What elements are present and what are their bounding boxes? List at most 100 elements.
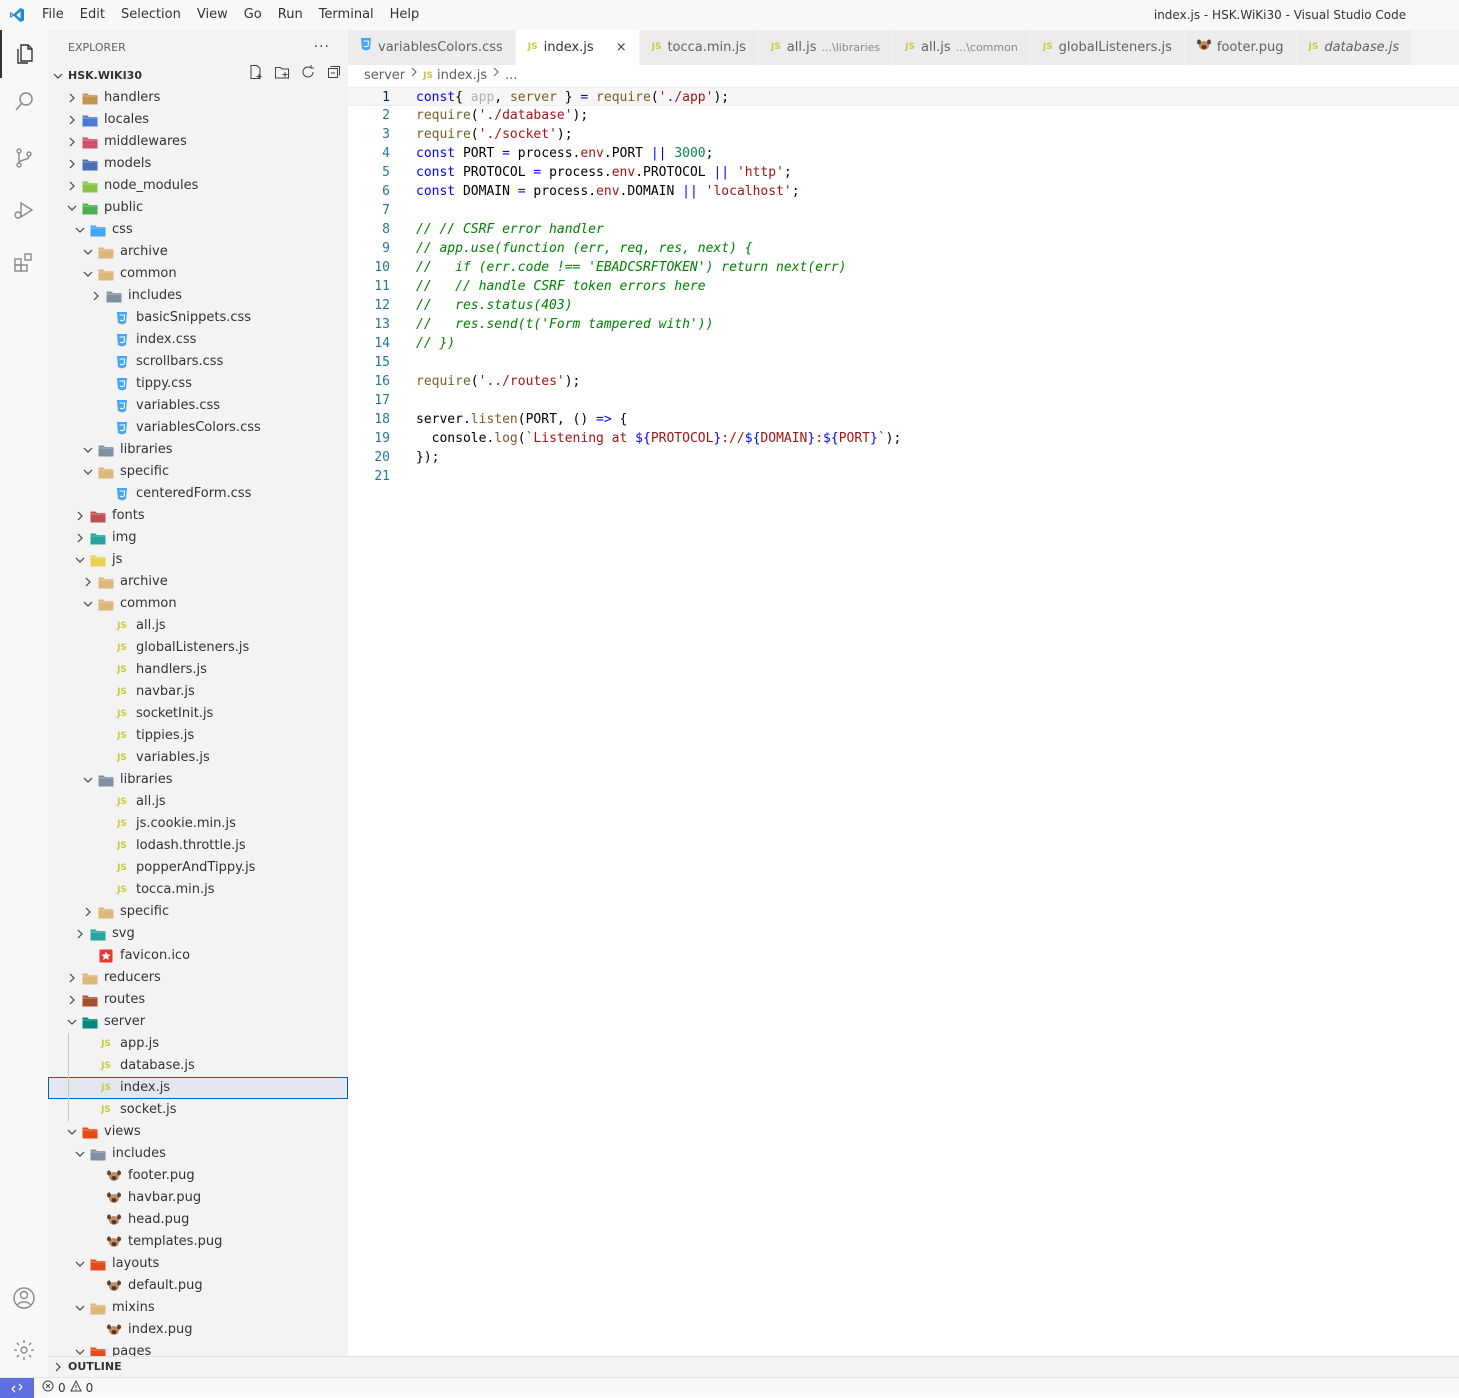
tree-file[interactable]: JS popperAndTippy.js <box>48 857 348 879</box>
tree-folder[interactable]: css <box>48 219 348 241</box>
tree-file[interactable]: tippy.css <box>48 373 348 395</box>
breadcrumb-folder[interactable]: server <box>364 65 405 87</box>
new-file-icon[interactable] <box>248 64 264 88</box>
js-file-icon: JS <box>117 797 127 807</box>
tab-database-js[interactable]: JS database.js <box>1296 30 1413 65</box>
tab-tocca-min-js[interactable]: JS tocca.min.js <box>639 30 759 65</box>
tree-folder[interactable]: common <box>48 263 348 285</box>
tree-folder[interactable]: specific <box>48 901 348 923</box>
tree-folder[interactable]: pages <box>48 1341 348 1356</box>
tree-folder[interactable]: layouts <box>48 1253 348 1275</box>
more-actions-icon[interactable]: ··· <box>314 30 330 65</box>
tree-file[interactable]: JS navbar.js <box>48 681 348 703</box>
tree-file[interactable]: JS globalListeners.js <box>48 637 348 659</box>
tree-folder[interactable]: includes <box>48 1143 348 1165</box>
tree-folder[interactable]: views <box>48 1121 348 1143</box>
tree-file[interactable]: default.pug <box>48 1275 348 1297</box>
tab-footer-pug[interactable]: footer.pug <box>1184 30 1297 65</box>
gear-icon[interactable] <box>0 1326 48 1374</box>
menu-file[interactable]: File <box>34 0 72 30</box>
tree-folder[interactable]: includes <box>48 285 348 307</box>
menu-terminal[interactable]: Terminal <box>311 0 382 30</box>
tree-file[interactable]: basicSnippets.css <box>48 307 348 329</box>
tree-file[interactable]: JS all.js <box>48 791 348 813</box>
tree-file[interactable]: JS tippies.js <box>48 725 348 747</box>
tree-file[interactable]: centeredForm.css <box>48 483 348 505</box>
remote-icon[interactable] <box>0 1378 34 1398</box>
chevron-down-icon <box>80 769 96 791</box>
source-control-icon[interactable] <box>0 134 48 182</box>
problems-indicator[interactable]: 0 0 <box>42 1378 93 1398</box>
tree-file[interactable]: footer.pug <box>48 1165 348 1187</box>
tree-file[interactable]: JS handlers.js <box>48 659 348 681</box>
run-debug-icon[interactable] <box>0 186 48 234</box>
tree-file[interactable]: JS app.js <box>48 1033 348 1055</box>
breadcrumb-more[interactable]: ... <box>505 65 517 87</box>
tree-file[interactable]: JS variables.js <box>48 747 348 769</box>
tree-folder[interactable]: archive <box>48 571 348 593</box>
tree-file[interactable]: scrollbars.css <box>48 351 348 373</box>
tree-file[interactable]: variables.css <box>48 395 348 417</box>
tree-file[interactable]: JS js.cookie.min.js <box>48 813 348 835</box>
menu-edit[interactable]: Edit <box>72 0 113 30</box>
tree-file[interactable]: templates.pug <box>48 1231 348 1253</box>
tab-all-js[interactable]: JS all.js ...\libraries <box>758 30 894 65</box>
tree-folder[interactable]: reducers <box>48 967 348 989</box>
tree-folder[interactable]: server <box>48 1011 348 1033</box>
tree-folder[interactable]: js <box>48 549 348 571</box>
tree-file[interactable]: havbar.pug <box>48 1187 348 1209</box>
tab-all-js[interactable]: JS all.js ...\common <box>893 30 1031 65</box>
tab-index-js[interactable]: JS index.js × <box>515 30 640 65</box>
tree-file[interactable]: favicon.ico <box>48 945 348 967</box>
refresh-icon[interactable] <box>300 64 316 88</box>
tree-folder[interactable]: routes <box>48 989 348 1011</box>
tree-file[interactable]: index.css <box>48 329 348 351</box>
tree-folder[interactable]: common <box>48 593 348 615</box>
tree-folder[interactable]: img <box>48 527 348 549</box>
tree-folder[interactable]: mixins <box>48 1297 348 1319</box>
tree-file[interactable]: JS socketInit.js <box>48 703 348 725</box>
menu-go[interactable]: Go <box>236 0 270 30</box>
tree-folder[interactable]: public <box>48 197 348 219</box>
menu-view[interactable]: View <box>189 0 236 30</box>
tree-file[interactable]: head.pug <box>48 1209 348 1231</box>
explorer-icon[interactable] <box>0 30 48 78</box>
tree-folder[interactable]: locales <box>48 109 348 131</box>
tree-folder[interactable]: fonts <box>48 505 348 527</box>
tree-folder[interactable]: libraries <box>48 439 348 461</box>
new-folder-icon[interactable] <box>274 64 290 88</box>
tree-folder[interactable]: models <box>48 153 348 175</box>
folder-icon <box>82 1125 98 1139</box>
tree-folder[interactable]: specific <box>48 461 348 483</box>
tree-file[interactable]: JS socket.js <box>48 1099 348 1121</box>
tree-folder[interactable]: svg <box>48 923 348 945</box>
code-editor[interactable]: 1 const{ app, server } = require('./app')… <box>348 87 1459 1356</box>
account-icon[interactable] <box>0 1274 48 1322</box>
tree-file[interactable]: JS index.js <box>48 1077 348 1099</box>
tree-folder[interactable]: libraries <box>48 769 348 791</box>
tree-file[interactable]: JS all.js <box>48 615 348 637</box>
breadcrumb-file[interactable]: index.js <box>437 65 487 87</box>
extensions-icon[interactable] <box>0 238 48 286</box>
tree-file[interactable]: JS tocca.min.js <box>48 879 348 901</box>
workspace-header[interactable]: HSK.WIKI30 <box>48 65 348 87</box>
tree-file[interactable]: variablesColors.css <box>48 417 348 439</box>
tab-globalListeners-js[interactable]: JS globalListeners.js <box>1030 30 1185 65</box>
outline-section[interactable]: OUTLINE <box>48 1356 1459 1377</box>
tree-file[interactable]: JS lodash.throttle.js <box>48 835 348 857</box>
tree-folder[interactable]: handlers <box>48 87 348 109</box>
menu-run[interactable]: Run <box>270 0 311 30</box>
tree-file[interactable]: JS database.js <box>48 1055 348 1077</box>
search-icon[interactable] <box>0 78 48 126</box>
tree-folder[interactable]: node_modules <box>48 175 348 197</box>
tree-file[interactable]: index.pug <box>48 1319 348 1341</box>
code-line: 11 // // handle CSRF token errors here <box>348 277 1459 296</box>
close-icon[interactable]: × <box>616 30 627 65</box>
tab-variablesColors-css[interactable]: variablesColors.css <box>348 30 516 65</box>
collapse-all-icon[interactable] <box>326 64 342 88</box>
menu-help[interactable]: Help <box>382 0 428 30</box>
tree-folder[interactable]: archive <box>48 241 348 263</box>
tree-item-label: archive <box>120 574 168 589</box>
tree-folder[interactable]: middlewares <box>48 131 348 153</box>
menu-selection[interactable]: Selection <box>113 0 189 30</box>
